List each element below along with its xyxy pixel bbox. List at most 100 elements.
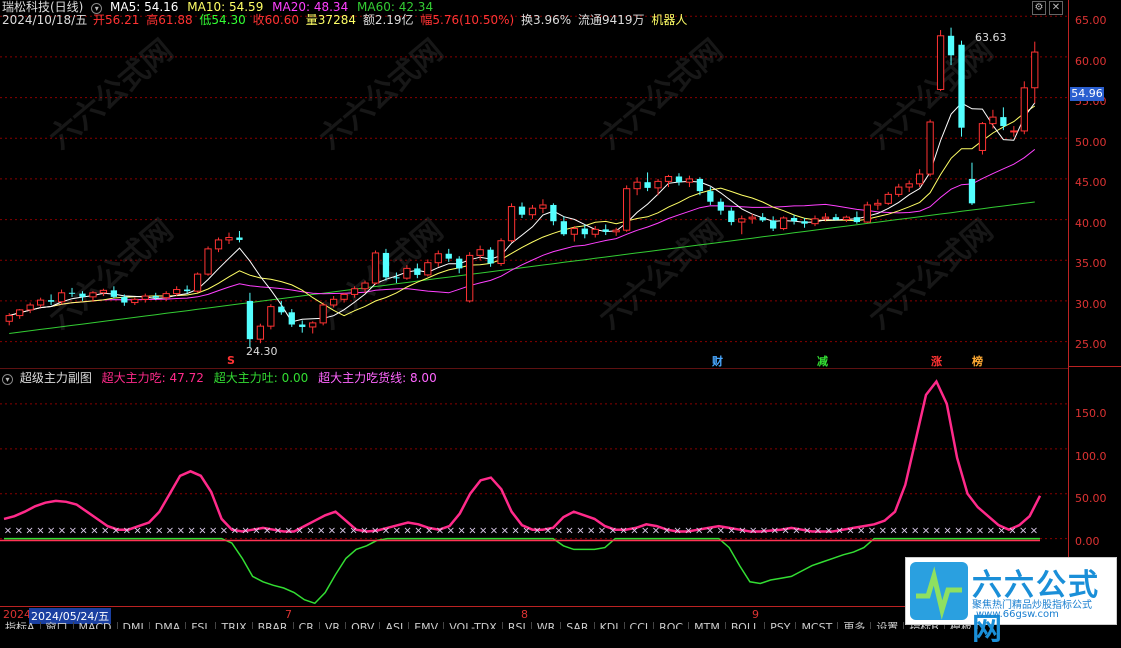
indicator-tab[interactable]: MCST [796, 622, 839, 629]
indicator-cross-marker: × [717, 525, 725, 536]
event-marker-limitup[interactable]: 涨 [931, 353, 942, 369]
header-row-2: 2024/10/18/五 开56.21 高61.88 低54.30 收60.60… [2, 13, 687, 27]
indicator-tab[interactable]: FSL [186, 622, 217, 629]
indicator-cross-marker: × [760, 525, 768, 536]
indicator-cross-marker: × [976, 525, 984, 536]
indicator-tab[interactable]: ROC [654, 622, 690, 629]
candle-body [790, 217, 798, 222]
indicator-title[interactable]: 超级主力副图 [20, 371, 92, 385]
indicator-tab[interactable]: KDJ [595, 622, 625, 629]
indicator-tab[interactable]: 设置 [871, 622, 905, 629]
indicator-tab[interactable]: BRAR [253, 622, 294, 629]
watermark-text: 六六公式网 [43, 33, 180, 156]
indicator-cross-marker: × [922, 525, 930, 536]
candle-body [445, 253, 452, 259]
candle [811, 215, 819, 227]
candle-body [528, 207, 537, 216]
candle-body [759, 217, 766, 221]
candle [968, 162, 976, 205]
indicator-tab[interactable]: 窗口 [41, 622, 74, 629]
indicator-cross-marker: × [328, 525, 336, 536]
indicator-tab[interactable]: 更多 [838, 622, 872, 629]
candle-body [89, 292, 97, 298]
indicator-tab[interactable]: OBV [346, 622, 381, 629]
candle-body [152, 296, 159, 298]
candle [853, 211, 861, 224]
candle [738, 215, 746, 235]
quote-turnover: 换3.96% [521, 13, 572, 27]
indicator-tab[interactable]: TRIX [216, 622, 253, 629]
indicator-tab[interactable]: RSI [503, 622, 532, 629]
indicator-cross-marker: × [425, 525, 433, 536]
candle [267, 304, 275, 330]
candle-body [707, 191, 714, 202]
indicator-tab[interactable]: MTM [689, 622, 726, 629]
indicator-cross-marker: × [285, 525, 293, 536]
indicator-cross-marker: × [112, 525, 120, 536]
candle-body [79, 293, 86, 297]
event-marker-finance[interactable]: 财 [712, 353, 723, 369]
indicator-cross-marker: × [900, 525, 908, 536]
price-tick: 65.00 [1075, 14, 1107, 27]
candle [214, 237, 223, 253]
indicator-tab[interactable]: VR [320, 622, 347, 629]
event-marker-reduce[interactable]: 减 [817, 353, 828, 369]
indicator-cross-marker: × [889, 525, 897, 536]
indicator-tab[interactable]: ASI [380, 622, 410, 629]
candle-body [497, 240, 505, 265]
indicator-tab[interactable]: DMI [118, 622, 150, 629]
candle-body [183, 289, 191, 292]
indicator-cross-marker: × [252, 525, 260, 536]
indicator-cross-marker: × [544, 525, 552, 536]
candle [528, 204, 537, 219]
event-marker-list[interactable]: 榜 [972, 353, 983, 369]
indicator-tab[interactable]: 指标A [0, 622, 41, 629]
indicator-tick: 0.00 [1075, 535, 1100, 548]
indicator-cross-marker: × [673, 525, 681, 536]
candle-body [717, 201, 724, 211]
price-tick: 45.00 [1075, 176, 1107, 189]
candle-body [853, 217, 861, 223]
candle [193, 272, 202, 293]
candle-body [696, 178, 704, 192]
candle-body [905, 183, 913, 188]
candle [382, 248, 390, 281]
indicator-collapse-icon[interactable]: ▾ [2, 374, 13, 385]
candle-body [382, 252, 390, 278]
indicator-tab[interactable]: WR [532, 622, 562, 629]
settings-icon[interactable]: ⚙ [1032, 1, 1046, 15]
candle [466, 252, 474, 303]
indicator-tab[interactable]: CR [294, 622, 320, 629]
indicator-tab[interactable]: DMA [150, 622, 187, 629]
indicator-cross-marker: × [4, 525, 12, 536]
indicator-tab[interactable]: BOLL [726, 622, 766, 629]
price-chart[interactable]: 六六公式网 六六公式网 六六公式网 六六公式网六六公式网 六六公式网 六六公式网 六六公式网 [0, 0, 1068, 366]
candle [832, 213, 840, 221]
stock-title[interactable]: 瑞松科技(日线) [2, 0, 83, 14]
indicator-tab[interactable]: MACD [74, 622, 118, 629]
candle-body [361, 282, 369, 290]
candle-body [507, 206, 516, 242]
indicator-tab[interactable]: SAR [561, 622, 595, 629]
candle-body [738, 218, 746, 223]
indicator-tab[interactable]: EMV [409, 622, 445, 629]
candle [507, 203, 516, 243]
indicator-tab[interactable]: CCI [625, 622, 655, 629]
indicator-cross-marker: × [1030, 525, 1038, 536]
close-icon[interactable]: ✕ [1049, 1, 1063, 15]
indicator-cross-marker: × [360, 525, 368, 536]
indicator-cross-marker: × [565, 525, 573, 536]
indicator-cross-marker: × [857, 525, 865, 536]
logo-url: www.66gsw.com [976, 609, 1059, 620]
candle-body [26, 304, 34, 311]
indicator-cross-marker: × [684, 525, 692, 536]
indicator-cross-marker: × [47, 525, 55, 536]
candle-body [821, 216, 830, 220]
indicator-tab[interactable]: VOL-TDX [444, 622, 503, 629]
candle [371, 250, 380, 285]
indicator-tab[interactable]: PSY [765, 622, 797, 629]
concept-label[interactable]: 机器人 [651, 13, 687, 27]
candle [654, 178, 662, 196]
indicator-cross-marker: × [241, 525, 249, 536]
candle [884, 191, 892, 205]
